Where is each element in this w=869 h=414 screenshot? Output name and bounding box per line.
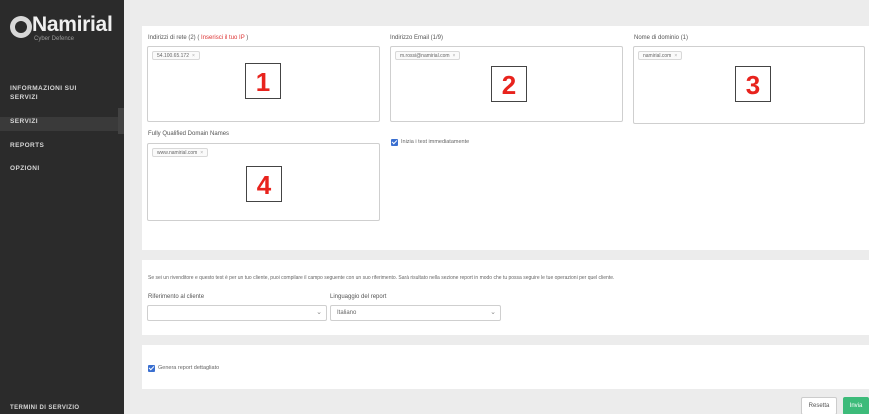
- network-tag-text: 54.100.65.172: [157, 53, 189, 59]
- chevron-down-icon: ⌄: [490, 309, 496, 316]
- client-ref-select[interactable]: ⌄: [147, 305, 327, 321]
- domain-tag-text: namirial.com: [643, 53, 672, 59]
- reseller-note: Se sei un rivenditore e questo test è pe…: [148, 275, 615, 281]
- domain-tag[interactable]: namirial.com ×: [638, 51, 683, 60]
- sidebar-item-opzioni[interactable]: OPZIONI: [10, 164, 40, 173]
- sidebar-active-indicator: [118, 108, 124, 134]
- brand-name: Namirial: [32, 13, 113, 36]
- domain-label: Nome di dominio (1): [634, 35, 689, 41]
- marker-2: 2: [491, 66, 527, 102]
- email-tag[interactable]: m.rossi@namirial.com ×: [395, 51, 461, 60]
- sidebar-item-servizi[interactable]: SERVIZI: [0, 117, 124, 131]
- sidebar-item-info-label-2[interactable]: SERVIZI: [10, 93, 38, 102]
- network-tag[interactable]: 54.100.65.172 ×: [152, 51, 200, 60]
- marker-1: 1: [245, 63, 281, 99]
- report-lang-label: Linguaggio del report: [330, 294, 387, 300]
- sidebar-item-reports[interactable]: REPORTS: [10, 141, 44, 150]
- tag-remove-icon[interactable]: ×: [192, 53, 195, 59]
- sidebar-item-info-label-1[interactable]: INFORMAZIONI SUI: [10, 84, 77, 93]
- email-tag-text: m.rossi@namirial.com: [400, 53, 450, 59]
- brand-tagline: Cyber Defence: [34, 36, 75, 42]
- network-label: Indirizzi di rete (2) ( Inserisci il tuo…: [148, 35, 249, 41]
- client-ref-label: Riferimento al cliente: [148, 294, 205, 300]
- sidebar: Namirial Cyber Defence INFORMAZIONI SUI …: [0, 0, 124, 414]
- chevron-down-icon: ⌄: [316, 309, 322, 316]
- fqdn-tag[interactable]: www.namirial.com ×: [152, 148, 209, 157]
- send-button[interactable]: Invia: [843, 397, 869, 414]
- reset-button[interactable]: Resetta: [801, 397, 837, 414]
- brand-logo[interactable]: Namirial Cyber Defence: [10, 10, 120, 46]
- marker-3: 3: [735, 66, 771, 102]
- tag-remove-icon[interactable]: ×: [200, 150, 203, 156]
- sidebar-terms-link[interactable]: TERMINI DI SERVIZIO: [10, 404, 80, 413]
- fqdn-label: Fully Qualified Domain Names: [148, 131, 230, 137]
- report-lang-value: Italiano: [337, 310, 357, 316]
- detailed-report-label: Genera report dettagliato: [158, 365, 220, 371]
- start-now-checkbox[interactable]: [391, 139, 398, 146]
- marker-4: 4: [246, 166, 282, 202]
- tag-remove-icon[interactable]: ×: [453, 53, 456, 59]
- reseller-panel: [142, 260, 869, 335]
- fqdn-tag-text: www.namirial.com: [157, 150, 198, 156]
- email-label: Indirizzo Email (1/9): [390, 35, 444, 41]
- logo-mark-icon: [10, 16, 32, 38]
- tag-remove-icon[interactable]: ×: [674, 53, 677, 59]
- report-lang-select[interactable]: Italiano ⌄: [330, 305, 501, 321]
- report-options-panel: [142, 345, 869, 389]
- network-warning-link[interactable]: Inserisci il tuo IP: [201, 35, 245, 41]
- start-now-label: Inizia i test immediatamente: [401, 139, 470, 145]
- detailed-report-checkbox[interactable]: [148, 365, 155, 372]
- network-label-text: Indirizzi di rete (2): [148, 35, 196, 41]
